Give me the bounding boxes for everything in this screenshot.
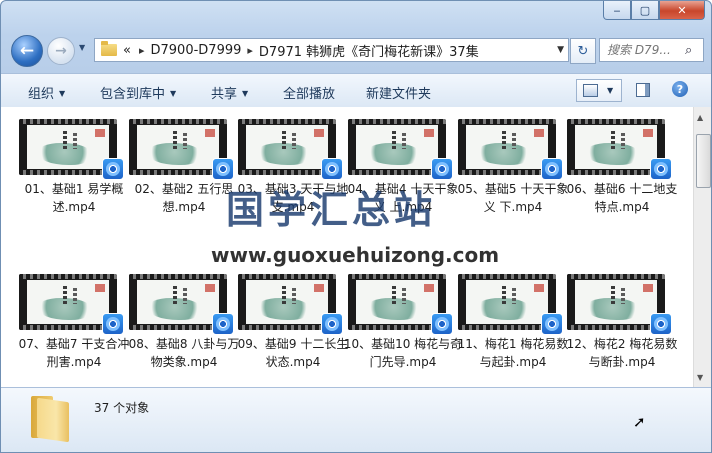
file-name: 12、梅花2 梅花易数与断卦.mp4	[566, 337, 678, 369]
chevron-down-icon: ▼	[242, 89, 249, 98]
maximize-button[interactable]: ▢	[631, 1, 659, 20]
refresh-icon: ↻	[577, 43, 589, 59]
navigation-bar: ← → ▼ « ▸ D7900-D7999 ▸ D7971 韩狮虎《奇门梅花新课…	[1, 31, 711, 67]
organize-label: 组织	[28, 87, 55, 102]
scroll-up-icon[interactable]: ▲	[697, 113, 703, 122]
file-item[interactable]: 08、基础8 八卦与万物类象.mp4	[129, 262, 239, 387]
media-player-icon	[212, 313, 234, 335]
media-player-icon	[541, 313, 563, 335]
file-name: 06、基础6 十二地支特点.mp4	[566, 182, 678, 214]
breadcrumb-separator-icon[interactable]: ▸	[139, 44, 145, 57]
file-item[interactable]: 11、梅花1 梅花易数与起卦.mp4	[458, 262, 568, 387]
file-name: 07、基础7 干支合冲刑害.mp4	[18, 337, 130, 369]
folder-icon	[29, 396, 71, 443]
search-box[interactable]: ⌕	[599, 38, 704, 62]
view-icon	[583, 84, 598, 97]
address-dropdown-icon[interactable]: ▼	[557, 45, 564, 55]
details-pane: 37 个对象 ➚	[1, 387, 711, 452]
media-player-icon	[650, 158, 672, 180]
file-item[interactable]: 12、梅花2 梅花易数与断卦.mp4	[567, 262, 677, 387]
file-item[interactable]: 06、基础6 十二地支特点.mp4	[567, 107, 677, 237]
address-bar[interactable]: « ▸ D7900-D7999 ▸ D7971 韩狮虎《奇门梅花新课》37集 ▼	[94, 38, 569, 62]
window-controls: ‒ ▢ ✕	[603, 1, 705, 20]
back-button[interactable]: ←	[11, 35, 43, 67]
mouse-cursor-icon: ➚	[633, 413, 646, 431]
file-item[interactable]: 07、基础7 干支合冲刑害.mp4	[19, 262, 129, 387]
file-item[interactable]: 05、基础5 十天干象义 下.mp4	[458, 107, 568, 237]
breadcrumb-item-parent[interactable]: D7900-D7999	[151, 43, 242, 58]
media-player-icon	[431, 158, 453, 180]
share-label: 共享	[211, 87, 238, 102]
folder-icon	[101, 41, 117, 56]
close-button[interactable]: ✕	[659, 1, 705, 20]
media-player-icon	[650, 313, 672, 335]
chevron-down-icon: ▼	[59, 89, 66, 98]
new-folder-button[interactable]: 新建文件夹	[366, 83, 431, 102]
breadcrumb-separator-icon[interactable]: ▸	[247, 44, 253, 57]
media-player-icon	[212, 158, 234, 180]
refresh-button[interactable]: ↻	[570, 38, 596, 64]
command-bar: 组织 ▼ 包含到库中 ▼ 共享 ▼ 全部播放 新建文件夹 ▼ ?	[1, 73, 711, 108]
vertical-scrollbar[interactable]: ▲ ▼	[693, 107, 711, 387]
watermark-title: 国学汇总站	[226, 188, 437, 232]
chevron-down-icon: ▼	[170, 89, 177, 98]
help-icon: ?	[676, 82, 684, 96]
recent-pages-dropdown-icon[interactable]: ▼	[79, 43, 85, 52]
include-in-library-menu[interactable]: 包含到库中 ▼	[100, 83, 176, 102]
explorer-window: ‒ ▢ ✕ ← → ▼ « ▸ D7900-D7999 ▸ D7971 韩狮虎《…	[0, 0, 712, 453]
media-player-icon	[102, 313, 124, 335]
file-item[interactable]: 01、基础1 易学概述.mp4	[19, 107, 129, 237]
organize-menu[interactable]: 组织 ▼	[28, 83, 65, 102]
watermark-url: www.guoxuehuizong.com	[211, 243, 500, 267]
media-player-icon	[541, 158, 563, 180]
media-player-icon	[321, 313, 343, 335]
media-player-icon	[431, 313, 453, 335]
file-name: 08、基础8 八卦与万物类象.mp4	[128, 337, 240, 369]
forward-button[interactable]: →	[47, 37, 75, 65]
include-in-library-label: 包含到库中	[100, 87, 166, 102]
media-player-icon	[102, 158, 124, 180]
file-name: 10、基础10 梅花与奇门先导.mp4	[343, 337, 463, 369]
minimize-button[interactable]: ‒	[603, 1, 631, 20]
play-all-button[interactable]: 全部播放	[283, 83, 335, 102]
object-count: 37 个对象	[94, 401, 150, 415]
scrollbar-thumb[interactable]	[696, 134, 711, 188]
file-name: 09、基础9 十二长生状态.mp4	[237, 337, 349, 369]
file-name: 11、梅花1 梅花易数与起卦.mp4	[457, 337, 569, 369]
share-menu[interactable]: 共享 ▼	[211, 83, 248, 102]
breadcrumb-item-current[interactable]: D7971 韩狮虎《奇门梅花新课》37集	[259, 41, 479, 60]
help-button[interactable]: ?	[672, 81, 688, 97]
file-name: 01、基础1 易学概述.mp4	[24, 182, 124, 214]
media-player-icon	[321, 158, 343, 180]
breadcrumb-overflow[interactable]: «	[123, 43, 131, 58]
chevron-down-icon: ▼	[607, 86, 614, 95]
search-icon[interactable]: ⌕	[685, 43, 692, 58]
file-name: 05、基础5 十天干象义 下.mp4	[457, 182, 569, 214]
preview-pane-button[interactable]	[636, 83, 650, 97]
file-item[interactable]: 02、基础2 五行思想.mp4	[129, 107, 239, 237]
change-view-button[interactable]: ▼	[576, 79, 622, 102]
search-input[interactable]	[600, 42, 683, 58]
file-item[interactable]: 09、基础9 十二长生状态.mp4	[238, 262, 348, 387]
file-item[interactable]: 10、基础10 梅花与奇门先导.mp4	[344, 262, 462, 387]
scroll-down-icon[interactable]: ▼	[697, 373, 703, 382]
